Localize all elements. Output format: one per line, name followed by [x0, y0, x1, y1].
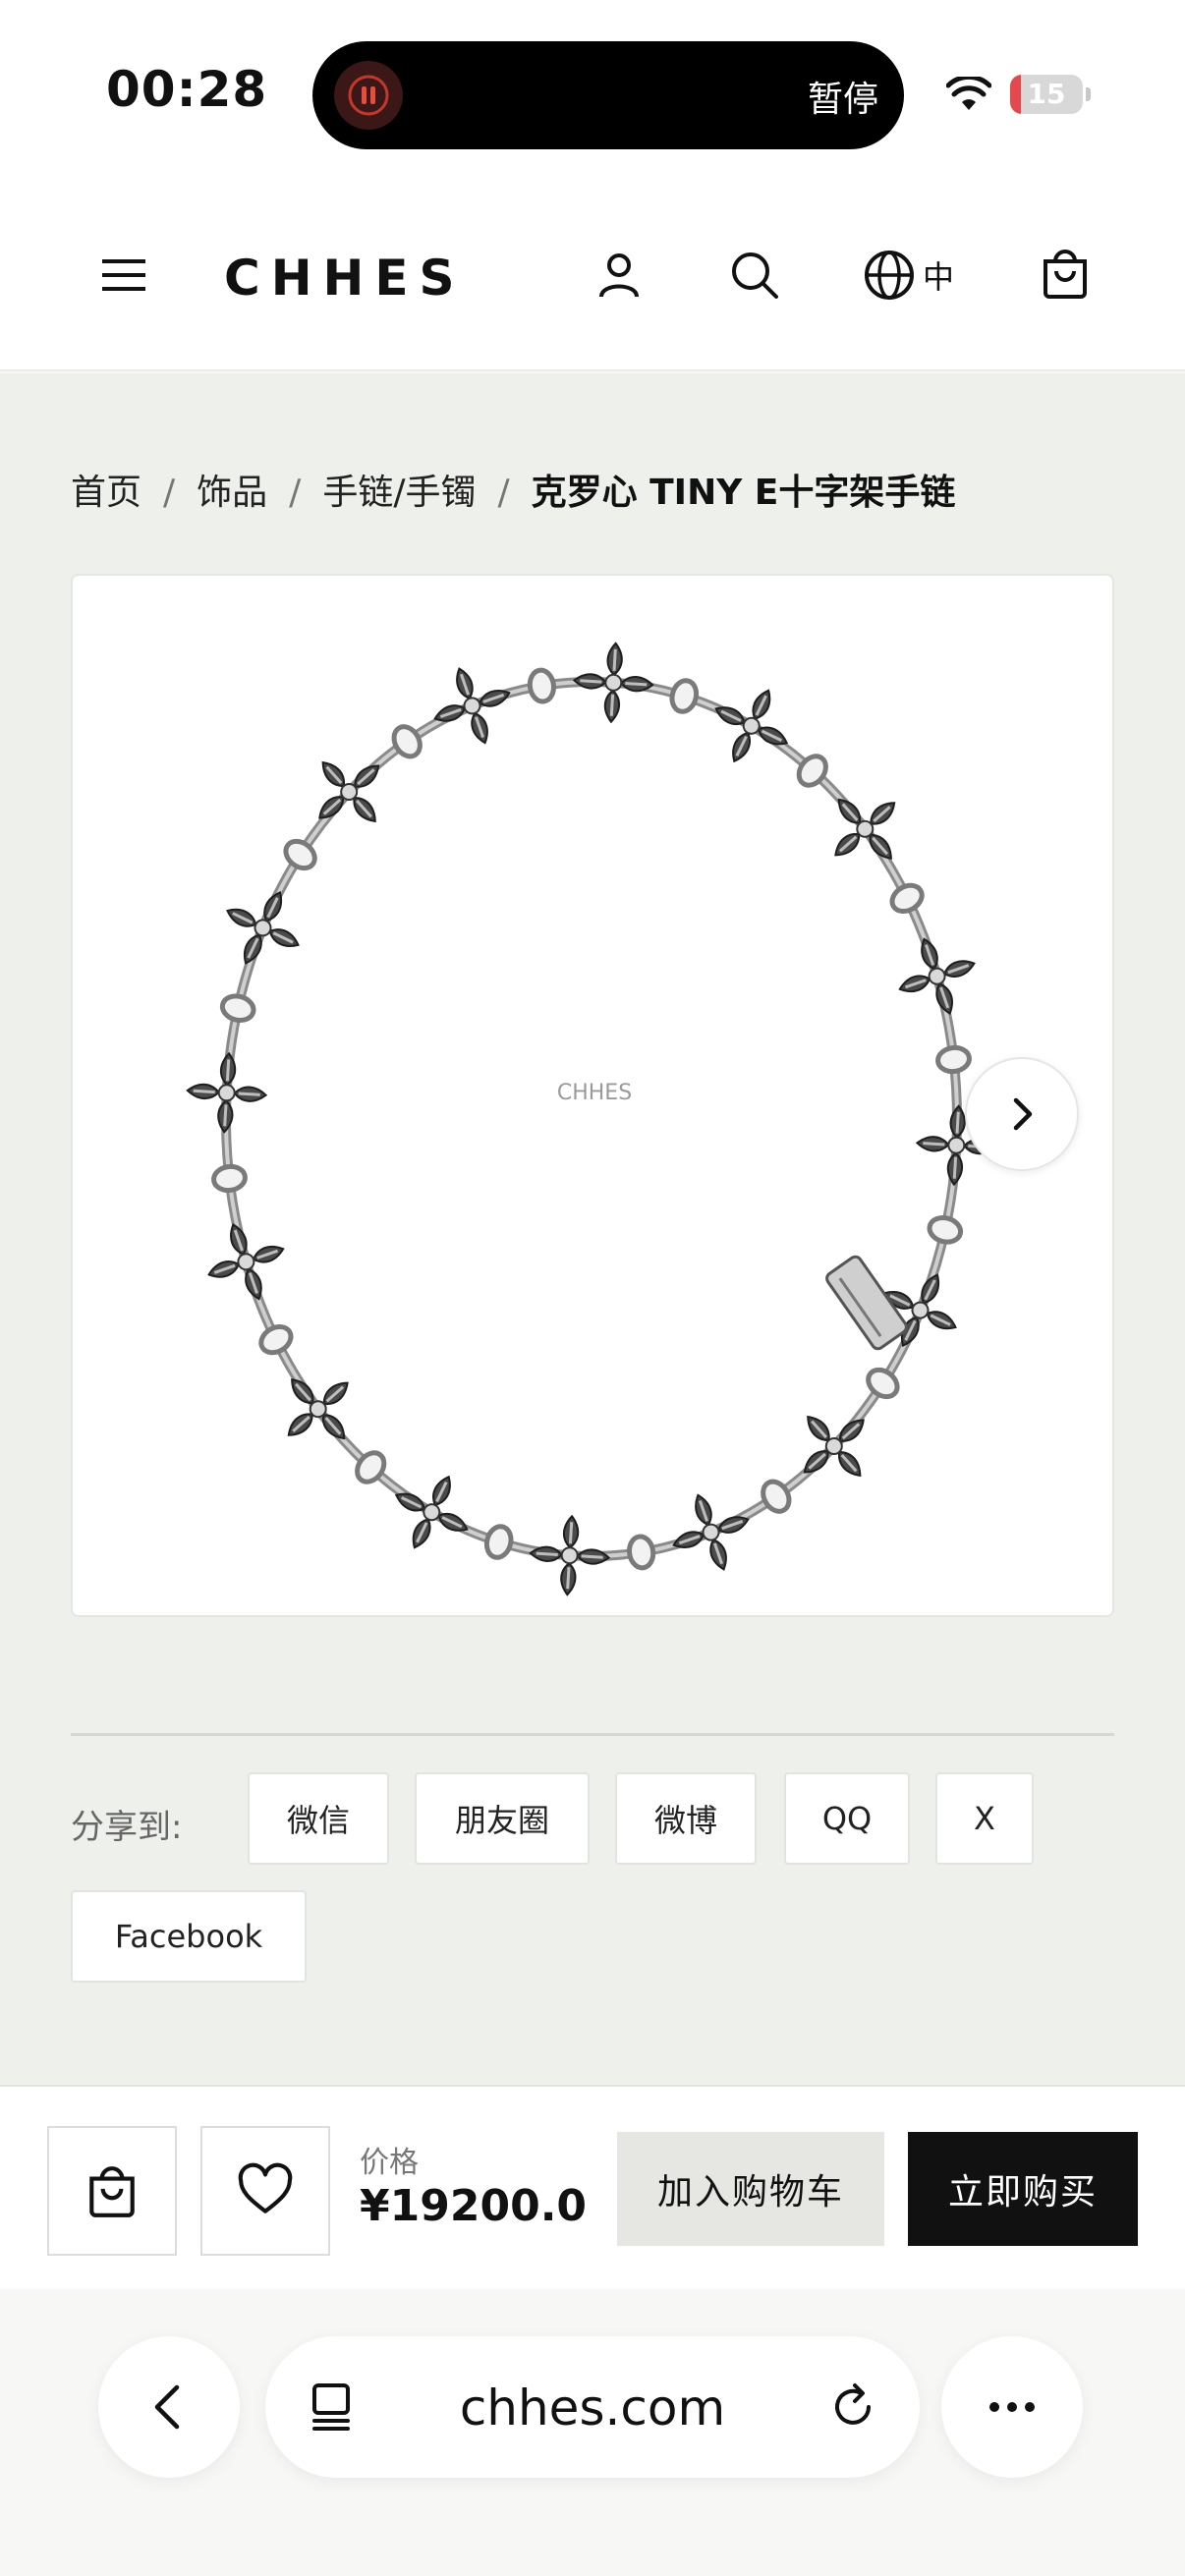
share-weibo-button[interactable]: 微博 — [615, 1772, 757, 1865]
menu-button[interactable] — [94, 246, 153, 305]
add-to-cart-button[interactable]: 加入购物车 — [617, 2132, 884, 2246]
gallery-next-button[interactable] — [965, 1057, 1079, 1171]
share-moments-button[interactable]: 朋友圈 — [415, 1772, 590, 1865]
price-label: 价格 — [360, 2146, 419, 2180]
browser-toolbar: chhes.com — [0, 2289, 1185, 2576]
reload-icon[interactable] — [825, 2380, 880, 2435]
shopping-bag-icon — [89, 2166, 135, 2217]
product-gallery[interactable]: CHHES — [71, 574, 1114, 1617]
pause-recording-icon[interactable] — [334, 61, 403, 130]
brand-logo[interactable]: CHHES — [224, 250, 466, 307]
browser-back-button[interactable] — [98, 2336, 240, 2478]
wifi-icon — [946, 77, 991, 110]
hamburger-icon — [102, 259, 145, 291]
breadcrumb-separator: / — [163, 473, 176, 513]
battery-text: 15 — [1027, 78, 1066, 110]
more-icon — [989, 2402, 1035, 2412]
product-main: 首页 / 饰品 / 手链/手镯 / 克罗心 TINY E十字架手链 CHHES 分享到: 微… — [0, 373, 1185, 2085]
share-wechat-button[interactable]: 微信 — [248, 1772, 389, 1865]
user-icon — [599, 253, 639, 298]
app-root: 00:28 暂停 15 CHHES 中 首页 / 饰品 / 手链/手镯 / 克罗… — [0, 0, 1185, 2576]
recording-label: 暂停 — [807, 80, 878, 120]
breadcrumb-item-accessories[interactable]: 饰品 — [197, 464, 267, 515]
shopping-bag-icon — [1044, 250, 1087, 299]
chevron-right-icon — [1013, 1097, 1033, 1131]
share-x-button[interactable]: X — [935, 1772, 1034, 1865]
section-divider — [71, 1733, 1114, 1736]
image-watermark: CHHES — [556, 1081, 633, 1105]
address-bar[interactable]: chhes.com — [265, 2336, 920, 2478]
status-time: 00:28 — [106, 61, 268, 118]
breadcrumb: 首页 / 饰品 / 手链/手镯 / 克罗心 TINY E十字架手链 — [71, 464, 955, 515]
price-value: ¥19200.0 — [360, 2181, 588, 2231]
search-button[interactable] — [725, 246, 784, 305]
purchase-bar: 价格 ¥19200.0 加入购物车 立即购买 — [0, 2085, 1185, 2289]
battery-icon: 15 — [1010, 75, 1091, 114]
breadcrumb-item-bracelets[interactable]: 手链/手镯 — [322, 464, 476, 515]
cart-button[interactable] — [1036, 244, 1095, 303]
breadcrumb-item-home[interactable]: 首页 — [71, 464, 141, 515]
bar-cart-button[interactable] — [47, 2126, 177, 2256]
account-button[interactable] — [590, 246, 649, 305]
heart-icon — [238, 2162, 293, 2213]
dynamic-island[interactable]: 暂停 — [312, 41, 904, 149]
buy-now-button[interactable]: 立即购买 — [908, 2132, 1138, 2246]
site-header: CHHES 中 — [0, 183, 1185, 371]
globe-icon — [864, 251, 914, 300]
breadcrumb-separator: / — [289, 473, 302, 513]
share-qq-button[interactable]: QQ — [784, 1772, 910, 1865]
search-icon — [732, 252, 778, 299]
share-label: 分享到: — [71, 1808, 183, 1847]
browser-more-button[interactable] — [941, 2336, 1083, 2478]
breadcrumb-current: 克罗心 TINY E十字架手链 — [531, 473, 956, 513]
language-button[interactable]: 中 — [859, 244, 957, 307]
breadcrumb-separator: / — [497, 473, 510, 513]
url-text: chhes.com — [459, 2380, 726, 2436]
chevron-left-icon — [154, 2384, 180, 2430]
status-bar: 00:28 暂停 15 — [0, 0, 1185, 183]
favorite-button[interactable] — [200, 2126, 330, 2256]
language-label: 中 — [922, 258, 954, 296]
share-facebook-button[interactable]: Facebook — [71, 1890, 307, 1983]
